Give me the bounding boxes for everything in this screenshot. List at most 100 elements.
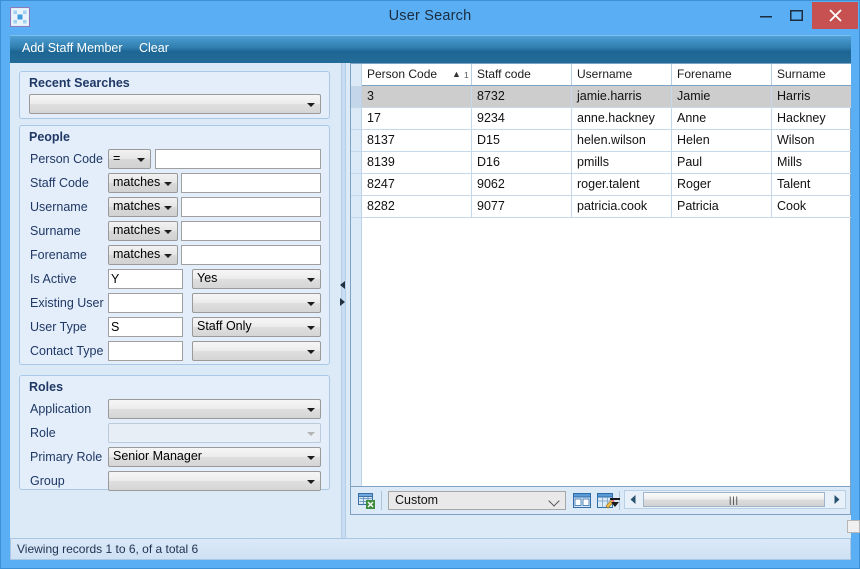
table-row[interactable]: 8137 D15 helen.wilson Helen Wilson: [362, 130, 851, 152]
recent-searches-combo[interactable]: [29, 94, 321, 114]
chevron-down-icon: [307, 302, 315, 306]
close-icon[interactable]: [812, 2, 858, 29]
chevron-down-icon: [307, 103, 315, 107]
toolbar-separator: [381, 491, 382, 510]
operator-surname-value: matches: [113, 223, 161, 237]
column-header-forename[interactable]: Forename: [672, 64, 772, 85]
combo-role: [108, 423, 321, 443]
input-forename[interactable]: [181, 245, 321, 265]
cell-surname: Harris: [777, 89, 811, 103]
cell-surname: Wilson: [777, 133, 815, 147]
scroll-left-icon[interactable]: [625, 491, 642, 508]
status-text: Viewing records 1 to 6, of a total 6: [17, 542, 199, 556]
scrollbar-thumb[interactable]: |||: [643, 492, 825, 507]
save-layout-icon[interactable]: [573, 492, 591, 515]
panel-splitter[interactable]: [336, 63, 350, 538]
lookup-existing-user[interactable]: [192, 293, 321, 313]
lookup-is-active[interactable]: Yes: [192, 269, 321, 289]
input-surname[interactable]: [181, 221, 321, 241]
chevron-down-icon: [307, 350, 315, 354]
people-title: People: [29, 130, 70, 144]
layout-combo-value: Custom: [395, 493, 439, 507]
layout-combo[interactable]: Custom: [388, 491, 566, 510]
action-bar: Append results to existing list Open all…: [690, 516, 860, 538]
menu-item-add-staff-member[interactable]: Add Staff Member: [22, 41, 123, 55]
maximize-icon[interactable]: [781, 2, 811, 28]
label-is-active: Is Active: [30, 272, 77, 286]
more-options-icon[interactable]: [609, 493, 621, 514]
row-header-cell[interactable]: [351, 152, 362, 174]
lookup-user-type[interactable]: Staff Only: [192, 317, 321, 337]
column-header-username[interactable]: Username: [572, 64, 672, 85]
label-existing-user: Existing User: [30, 296, 104, 310]
cell-surname: Talent: [777, 177, 811, 191]
combo-primary-role[interactable]: Senior Manager: [108, 447, 321, 467]
operator-surname[interactable]: matches: [108, 221, 178, 241]
input-user-type[interactable]: [108, 317, 183, 337]
cell-person-code: 8139: [362, 152, 472, 173]
cell-staff-code: 9062: [472, 174, 572, 195]
horizontal-scrollbar[interactable]: |||: [624, 490, 846, 509]
scroll-right-icon[interactable]: [828, 491, 845, 508]
column-header-surname[interactable]: Surname: [772, 64, 851, 85]
table-row[interactable]: 8282 9077 patricia.cook Patricia Cook: [362, 196, 851, 218]
chevron-down-icon: [164, 182, 172, 186]
row-header-cell[interactable]: [351, 196, 362, 218]
input-person-code[interactable]: [155, 149, 321, 169]
row-header-cell[interactable]: [351, 130, 362, 152]
cell-staff-code: 9234: [472, 108, 572, 129]
minimize-icon[interactable]: [751, 2, 781, 28]
lookup-contact-type[interactable]: [192, 341, 321, 361]
label-staff-code: Staff Code: [30, 176, 89, 190]
append-results-checkbox[interactable]: [847, 520, 860, 533]
cell-username: jamie.harris: [572, 86, 672, 107]
cell-person-code: 8137: [362, 130, 472, 151]
cell-surname: Mills: [777, 155, 802, 169]
column-header-staff-code[interactable]: Staff code: [472, 64, 572, 85]
operator-staff-code[interactable]: matches: [108, 173, 178, 193]
cell-forename: Jamie: [672, 86, 772, 107]
triangle-left-icon[interactable]: [340, 281, 345, 289]
row-header-cell[interactable]: [351, 86, 362, 108]
input-contact-type[interactable]: [108, 341, 183, 361]
label-user-type: User Type: [30, 320, 87, 334]
cell-staff-code: 8732: [472, 86, 572, 107]
operator-username[interactable]: matches: [108, 197, 178, 217]
operator-forename[interactable]: matches: [108, 245, 178, 265]
label-surname: Surname: [30, 224, 81, 238]
cell-forename: Paul: [672, 152, 772, 173]
chevron-down-icon: [164, 230, 172, 234]
table-row[interactable]: 8139 D16 pmills Paul Mills: [362, 152, 851, 174]
operator-person-code[interactable]: =: [108, 149, 151, 169]
column-header-person-code-label: Person Code: [367, 67, 438, 81]
cell-forename: Helen: [672, 130, 772, 151]
cell-username: helen.wilson: [572, 130, 672, 151]
table-row[interactable]: 3 8732 jamie.harris Jamie Harris: [362, 86, 851, 108]
input-is-active[interactable]: [108, 269, 183, 289]
sort-ascending-icon: ▲: [452, 69, 461, 79]
status-bar: Viewing records 1 to 6, of a total 6: [10, 538, 851, 560]
table-row[interactable]: 8247 9062 roger.talent Roger Talent: [362, 174, 851, 196]
export-to-spreadsheet-icon[interactable]: [358, 492, 376, 515]
cell-person-code: 8247: [362, 174, 472, 195]
row-header-cell[interactable]: [351, 174, 362, 196]
combo-group[interactable]: [108, 471, 321, 491]
input-staff-code[interactable]: [181, 173, 321, 193]
roles-title: Roles: [29, 380, 64, 394]
table-row[interactable]: 17 9234 anne.hackney Anne Hackney: [362, 108, 851, 130]
combo-application[interactable]: [108, 399, 321, 419]
client-area: Recent Searches People Person Code = Sta…: [10, 63, 860, 538]
row-header-cell[interactable]: [351, 108, 362, 130]
input-username[interactable]: [181, 197, 321, 217]
label-role: Role: [30, 426, 56, 440]
lookup-is-active-value: Yes: [197, 271, 218, 285]
menu-item-clear[interactable]: Clear: [139, 41, 169, 55]
input-existing-user[interactable]: [108, 293, 183, 313]
recent-searches-group: Recent Searches: [19, 71, 330, 119]
cell-username: patricia.cook: [572, 196, 672, 217]
chevron-down-icon: [137, 158, 145, 162]
operator-person-code-value: =: [113, 151, 121, 165]
label-contact-type: Contact Type: [30, 344, 104, 358]
triangle-right-icon[interactable]: [340, 298, 345, 306]
column-header-person-code[interactable]: Person Code ▲ 1: [362, 64, 472, 85]
